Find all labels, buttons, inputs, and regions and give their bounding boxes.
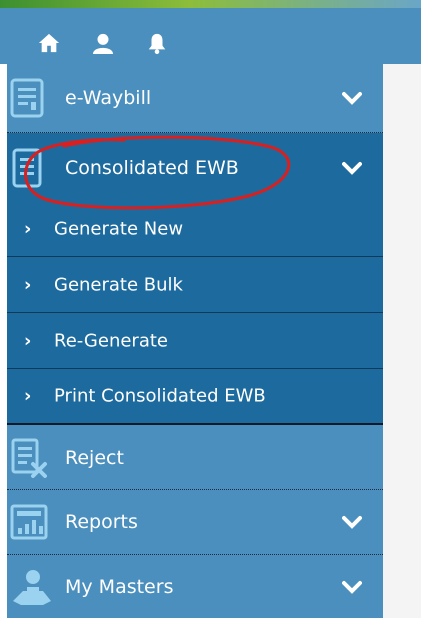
chevron-down-icon[interactable] (342, 580, 362, 594)
submenu-item-label: Generate New (54, 218, 184, 240)
chevron-right-icon: › (24, 385, 32, 407)
submenu-item-label: Print Consolidated EWB (54, 385, 266, 407)
menu-item-e-waybill[interactable]: e-Waybill (7, 64, 383, 132)
home-icon[interactable] (38, 32, 60, 54)
submenu-item-print-consolidated-ewb[interactable]: › Print Consolidated EWB (7, 369, 383, 425)
menu-item-label: e-Waybill (65, 87, 152, 109)
menu-item-consolidated-ewb[interactable]: Consolidated EWB (7, 133, 383, 202)
menu-item-label: Consolidated EWB (65, 156, 239, 179)
menu-item-label: Reject (65, 447, 124, 469)
user-icon[interactable] (92, 32, 114, 54)
chevron-down-icon[interactable] (342, 161, 362, 175)
top-accent-strip (0, 0, 421, 8)
submenu-item-generate-new[interactable]: › Generate New (7, 202, 383, 257)
submenu-item-label: Generate Bulk (54, 274, 183, 295)
top-navigation-bar (0, 8, 421, 64)
chevron-right-icon: › (24, 218, 32, 240)
document-icon (12, 148, 42, 187)
menu-item-my-masters[interactable]: My Masters (7, 555, 383, 618)
chevron-down-icon[interactable] (342, 91, 362, 105)
chevron-down-icon[interactable] (342, 515, 362, 529)
reject-document-icon (11, 438, 47, 478)
menu-item-reject[interactable]: Reject (7, 427, 383, 489)
submenu-item-label: Re-Generate (54, 330, 168, 351)
submenu-item-re-generate[interactable]: › Re-Generate (7, 313, 383, 369)
menu-item-reports[interactable]: Reports (7, 490, 383, 554)
chevron-right-icon: › (24, 274, 32, 295)
sidebar-menu: e-Waybill Consolidated EWB › Generate Ne… (7, 64, 383, 618)
sidebar-left-edge (0, 64, 7, 618)
masters-icon (13, 569, 51, 605)
document-icon (10, 78, 44, 118)
report-icon (10, 504, 48, 540)
bell-icon[interactable] (146, 32, 168, 54)
menu-item-label: My Masters (65, 575, 174, 598)
submenu-item-generate-bulk[interactable]: › Generate Bulk (7, 257, 383, 313)
chevron-right-icon: › (24, 330, 32, 351)
menu-item-label: Reports (65, 511, 138, 533)
content-area (383, 64, 421, 618)
